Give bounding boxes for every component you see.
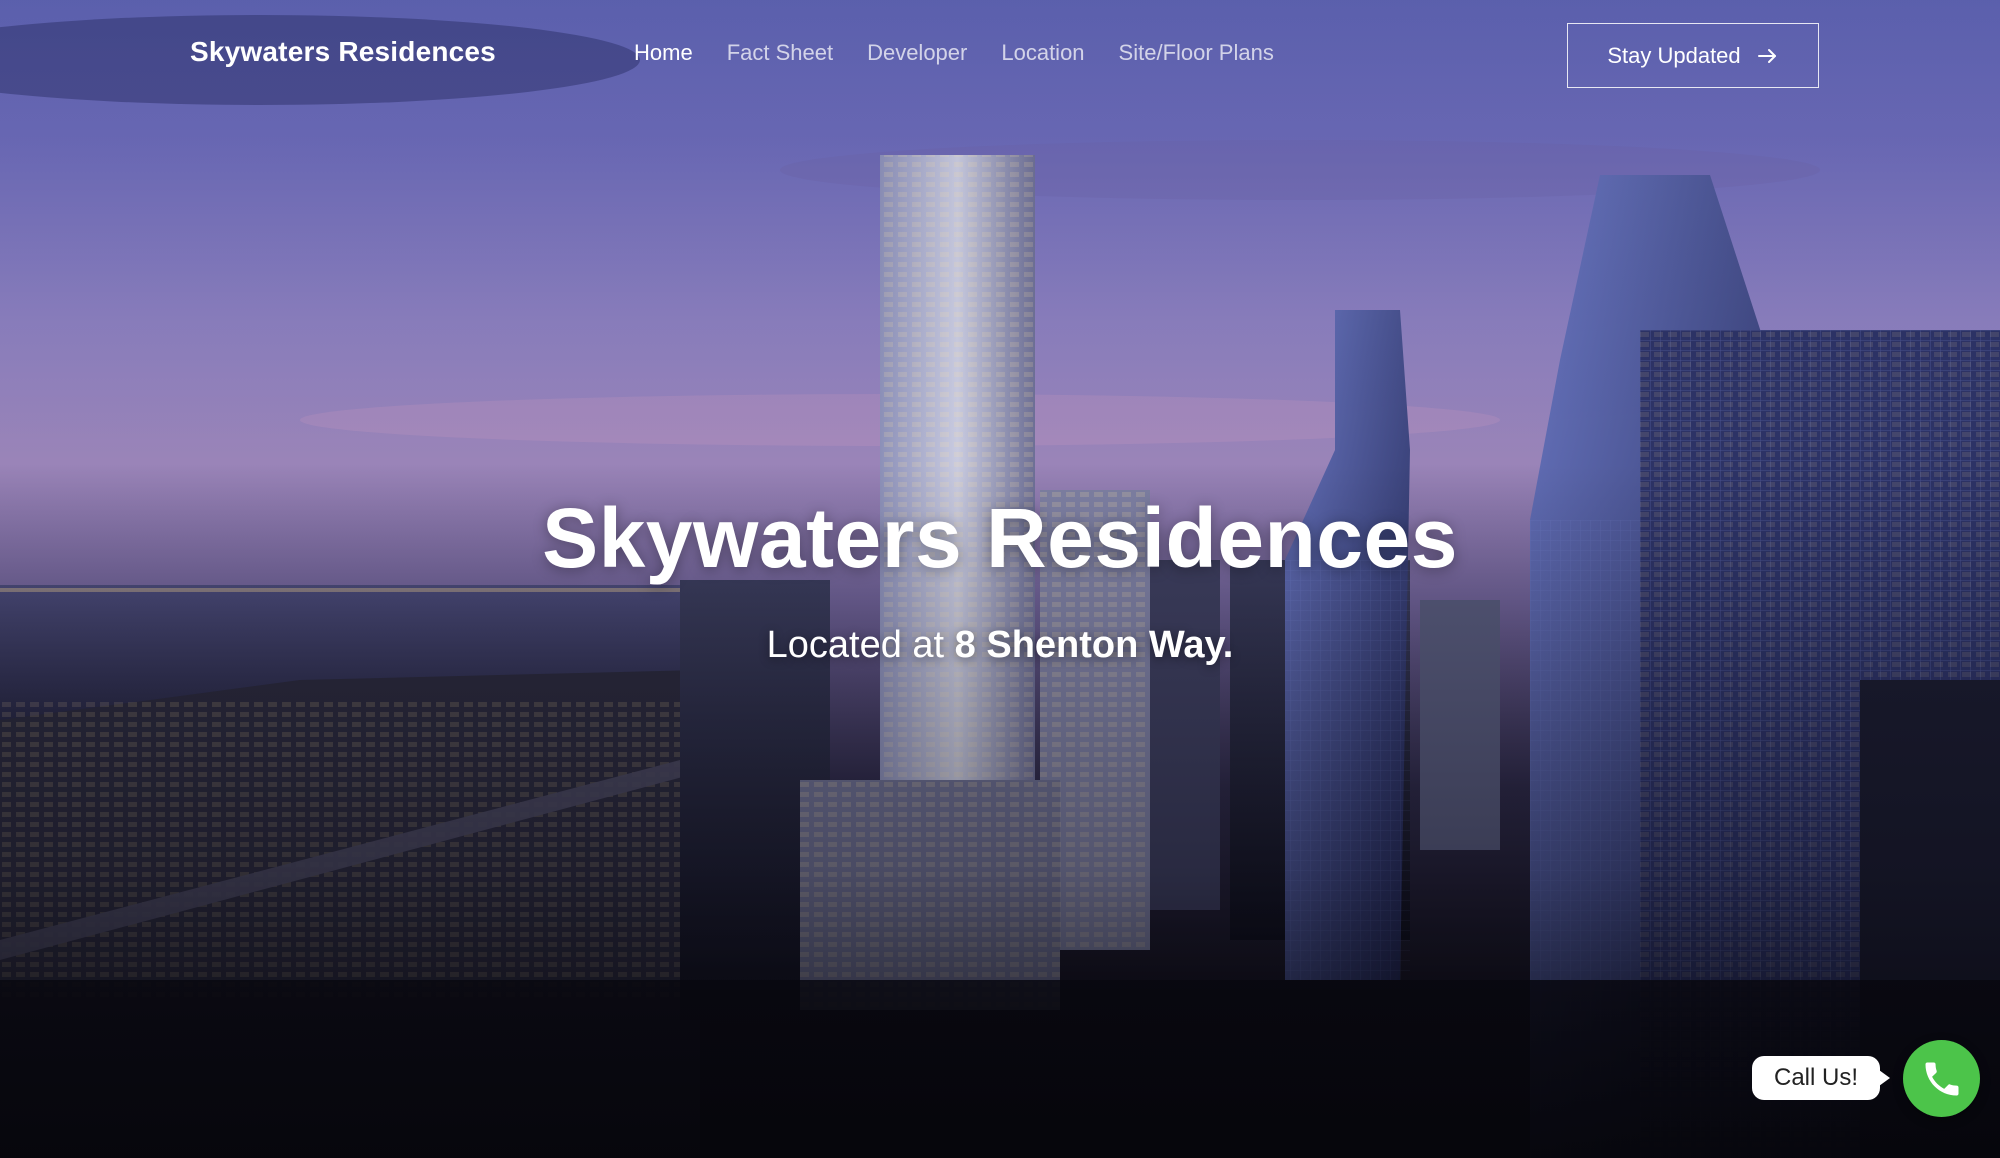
call-button[interactable] (1903, 1040, 1980, 1117)
nav-site-floor-plans[interactable]: Site/Floor Plans (1119, 40, 1274, 66)
nav-developer[interactable]: Developer (867, 40, 967, 66)
main-nav: Home Fact Sheet Developer Location Site/… (634, 40, 1274, 66)
stay-updated-button[interactable]: Stay Updated (1567, 23, 1819, 88)
hero-address: 8 Shenton Way. (954, 624, 1234, 666)
brand-logo[interactable]: Skywaters Residences (190, 36, 496, 68)
hero-subtitle-prefix: Located at (766, 624, 955, 666)
stay-updated-label: Stay Updated (1607, 42, 1741, 68)
site-header: Skywaters Residences Home Fact Sheet Dev… (0, 0, 2000, 112)
arrow-right-icon (1757, 48, 1776, 63)
nav-home[interactable]: Home (634, 40, 693, 66)
nav-location[interactable]: Location (1001, 40, 1084, 66)
hero-subtitle: Located at 8 Shenton Way. (0, 624, 2000, 667)
nav-fact-sheet[interactable]: Fact Sheet (727, 40, 833, 66)
phone-icon (1925, 1062, 1958, 1095)
call-us-bubble[interactable]: Call Us! (1752, 1056, 1891, 1100)
hero-title: Skywaters Residences (542, 491, 1458, 585)
